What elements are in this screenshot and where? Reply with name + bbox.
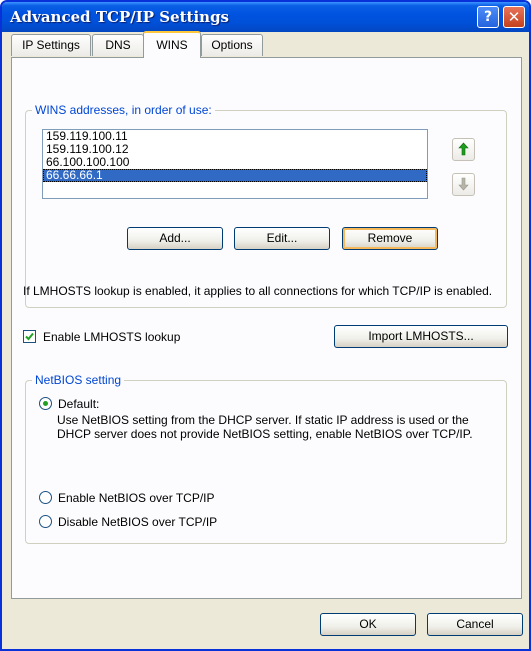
- window-title: Advanced TCP/IP Settings: [10, 8, 230, 26]
- radio-enable-netbios-label[interactable]: Enable NetBIOS over TCP/IP: [58, 491, 215, 505]
- arrow-up-icon: [458, 142, 469, 156]
- list-item-selected[interactable]: 66.66.66.1: [43, 169, 427, 182]
- radio-default[interactable]: [39, 397, 52, 410]
- close-button[interactable]: ✕: [503, 6, 525, 28]
- move-down-button[interactable]: [452, 173, 475, 196]
- tab-wins[interactable]: WINS: [143, 31, 201, 58]
- wins-addresses-group: WINS addresses, in order of use: 159.119…: [25, 103, 507, 308]
- tab-label: Options: [211, 38, 253, 52]
- wins-tab-panel: WINS addresses, in order of use: 159.119…: [11, 57, 522, 599]
- tab-options[interactable]: Options: [201, 34, 263, 56]
- tab-label: WINS: [156, 38, 188, 52]
- checkmark-icon: [25, 332, 34, 341]
- add-button[interactable]: Add...: [127, 227, 223, 250]
- tab-dns[interactable]: DNS: [92, 34, 144, 56]
- enable-lmhosts-checkbox[interactable]: [23, 330, 36, 343]
- tab-label: IP Settings: [22, 38, 80, 52]
- help-button[interactable]: ?: [477, 6, 499, 28]
- radio-selected-dot: [43, 401, 48, 406]
- radio-default-label[interactable]: Default:: [58, 397, 99, 411]
- radio-disable-netbios-label[interactable]: Disable NetBIOS over TCP/IP: [58, 515, 217, 529]
- netbios-group-label: NetBIOS setting: [32, 373, 125, 387]
- tab-ip-settings[interactable]: IP Settings: [11, 34, 91, 56]
- cancel-button[interactable]: Cancel: [427, 613, 523, 636]
- remove-button[interactable]: Remove: [342, 227, 438, 250]
- enable-lmhosts-label[interactable]: Enable LMHOSTS lookup: [43, 330, 180, 344]
- wins-group-label: WINS addresses, in order of use:: [32, 103, 215, 117]
- tab-label: DNS: [105, 38, 131, 52]
- lmhosts-info-text: If LMHOSTS lookup is enabled, it applies…: [23, 284, 493, 298]
- radio-enable-netbios[interactable]: [39, 491, 52, 504]
- ok-button[interactable]: OK: [320, 613, 416, 636]
- advanced-tcpip-window: Advanced TCP/IP Settings ? ✕ IP Settings…: [0, 0, 531, 651]
- arrow-down-icon: [458, 177, 469, 191]
- netbios-default-description: Use NetBIOS setting from the DHCP server…: [57, 413, 473, 441]
- move-up-button[interactable]: [452, 138, 475, 161]
- title-bar[interactable]: Advanced TCP/IP Settings ? ✕: [2, 2, 529, 32]
- netbios-setting-group: NetBIOS setting Default: Use NetBIOS set…: [25, 373, 507, 544]
- edit-button[interactable]: Edit...: [234, 227, 330, 250]
- import-lmhosts-button[interactable]: Import LMHOSTS...: [334, 325, 508, 348]
- radio-disable-netbios[interactable]: [39, 515, 52, 528]
- wins-address-list[interactable]: 159.119.100.11 159.119.100.12 66.100.100…: [42, 129, 428, 199]
